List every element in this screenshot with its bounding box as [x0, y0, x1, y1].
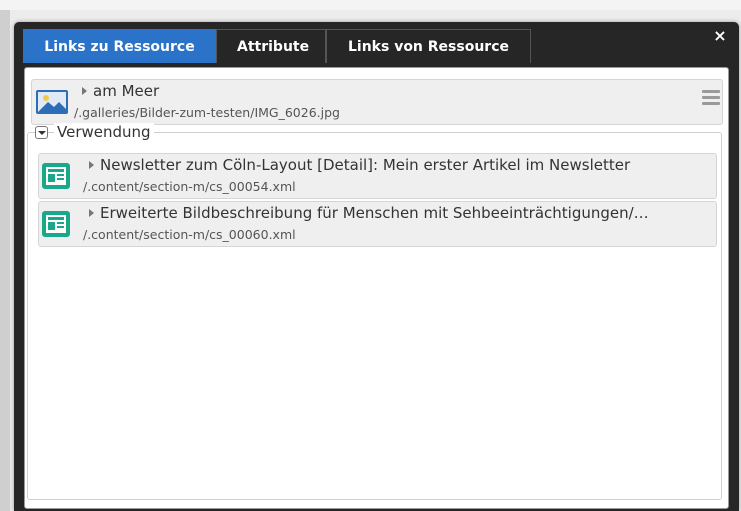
close-button[interactable]: ×	[712, 28, 728, 44]
usage-item-title: Newsletter zum Cöln-Layout [Detail]: Mei…	[89, 156, 709, 174]
image-icon	[36, 90, 68, 118]
usage-legend: Verwendung	[54, 123, 154, 141]
collapse-toggle-icon[interactable]	[35, 126, 48, 139]
tab-bar: Links zu Ressource Attribute Links von R…	[23, 29, 531, 63]
window-top-strip	[0, 0, 741, 10]
expand-triangle-icon[interactable]	[82, 86, 87, 95]
expand-triangle-icon[interactable]	[89, 160, 94, 169]
menu-icon[interactable]	[702, 90, 720, 108]
resource-title: am Meer	[82, 82, 159, 100]
usage-item-path: /.content/section-m/cs_00060.xml	[83, 227, 296, 242]
content-icon	[42, 211, 70, 241]
usage-item-title-text: Erweiterte Bildbeschreibung für Menschen…	[100, 204, 649, 222]
resource-row[interactable]: am Meer /.galleries/Bilder-zum-testen/IM…	[31, 79, 723, 125]
window-left-strip	[0, 10, 10, 511]
resource-path: /.galleries/Bilder-zum-testen/IMG_6026.j…	[74, 105, 340, 120]
tab-links-to-resource[interactable]: Links zu Ressource	[23, 29, 216, 63]
resource-links-dialog: Links zu Ressource Attribute Links von R…	[14, 22, 739, 511]
usage-item[interactable]: Erweiterte Bildbeschreibung für Menschen…	[38, 201, 717, 247]
content-icon	[42, 163, 70, 193]
usage-item-title: Erweiterte Bildbeschreibung für Menschen…	[89, 204, 709, 222]
usage-item-path: /.content/section-m/cs_00054.xml	[83, 179, 296, 194]
tab-attributes[interactable]: Attribute	[216, 29, 326, 63]
expand-triangle-icon[interactable]	[89, 208, 94, 217]
tab-links-from-resource[interactable]: Links von Ressource	[326, 29, 531, 63]
usage-item-title-text: Newsletter zum Cöln-Layout [Detail]: Mei…	[100, 156, 631, 174]
links-panel: am Meer /.galleries/Bilder-zum-testen/IM…	[24, 67, 729, 509]
resource-title-text: am Meer	[93, 82, 160, 100]
usage-item[interactable]: Newsletter zum Cöln-Layout [Detail]: Mei…	[38, 153, 717, 199]
